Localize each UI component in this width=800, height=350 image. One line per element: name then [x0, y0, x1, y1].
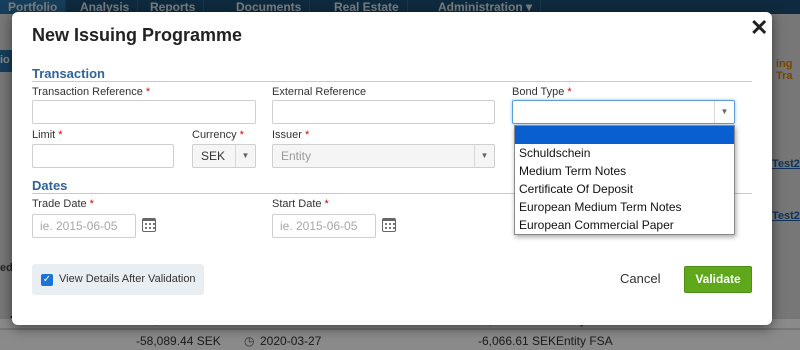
bond-type-options: Schuldschein Medium Term Notes Certifica…	[514, 125, 735, 235]
bond-type-select[interactable]: ▼	[512, 100, 735, 124]
external-reference-input[interactable]	[272, 100, 495, 124]
dialog-title: New Issuing Programme	[32, 25, 243, 45]
issuer-label: Issuer *	[272, 129, 310, 141]
currency-select[interactable]: SEK ▼	[192, 144, 256, 168]
bond-type-option[interactable]: Medium Term Notes	[515, 162, 734, 180]
view-details-option[interactable]: ✓ View Details After Validation	[32, 264, 204, 295]
required-marker: *	[239, 129, 244, 141]
required-marker: *	[567, 86, 572, 98]
required-marker: *	[58, 129, 63, 141]
calendar-icon[interactable]	[142, 218, 156, 232]
transaction-reference-label: Transaction Reference *	[32, 86, 151, 98]
currency-value: SEK	[201, 149, 226, 163]
start-date-label: Start Date *	[272, 198, 329, 210]
required-marker: *	[89, 198, 94, 210]
bond-type-option[interactable]	[515, 126, 734, 144]
validate-button[interactable]: Validate	[684, 266, 752, 293]
new-issuing-programme-dialog: New Issuing Programme ✕ Transaction Tran…	[12, 12, 772, 325]
close-icon[interactable]: ✕	[750, 16, 768, 40]
start-date-input[interactable]	[272, 214, 376, 238]
bond-type-option[interactable]: European Medium Term Notes	[515, 198, 734, 216]
limit-input[interactable]	[32, 144, 174, 168]
chevron-down-icon[interactable]: ▼	[235, 145, 255, 167]
bond-type-option[interactable]: Certificate Of Deposit	[515, 180, 734, 198]
section-title-dates: Dates	[32, 178, 68, 193]
required-marker: *	[324, 198, 329, 210]
bond-type-option[interactable]: European Commercial Paper	[515, 216, 734, 234]
external-reference-label: External Reference	[272, 86, 367, 98]
cancel-button[interactable]: Cancel	[620, 271, 660, 286]
required-marker: *	[304, 129, 310, 141]
transaction-reference-input[interactable]	[32, 100, 256, 124]
limit-label: Limit *	[32, 129, 63, 141]
required-marker: *	[145, 86, 151, 98]
issuer-value: Entity	[281, 149, 312, 163]
issuer-select[interactable]: Entity ▼	[272, 144, 495, 168]
trade-date-label: Trade Date *	[32, 198, 94, 210]
calendar-icon[interactable]	[382, 218, 396, 232]
bond-type-option[interactable]: Schuldschein	[515, 144, 734, 162]
checkbox-checked-icon[interactable]: ✓	[41, 274, 53, 286]
trade-date-input[interactable]	[32, 214, 136, 238]
view-details-label[interactable]: View Details After Validation	[59, 273, 196, 285]
bond-type-label: Bond Type *	[512, 86, 572, 98]
section-title-transaction: Transaction	[32, 66, 105, 81]
chevron-down-icon[interactable]: ▼	[714, 101, 734, 123]
chevron-down-icon[interactable]: ▼	[474, 145, 494, 167]
section-divider	[32, 81, 752, 82]
currency-label: Currency *	[192, 129, 244, 141]
